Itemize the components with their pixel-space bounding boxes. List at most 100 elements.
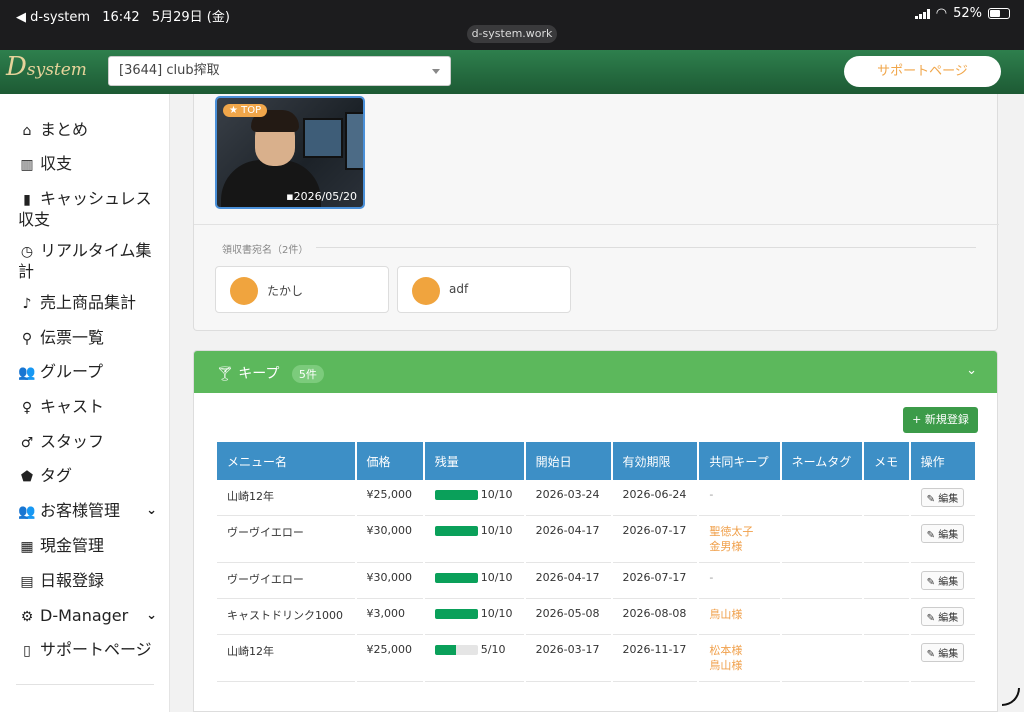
cell-nametag bbox=[781, 563, 863, 599]
cell-remaining: 10/10 bbox=[424, 563, 524, 599]
cell-expiry: 2026-08-08 bbox=[612, 599, 698, 635]
cell-nametag bbox=[781, 516, 863, 563]
cell-nametag bbox=[781, 635, 863, 682]
store-select[interactable]: [3644] club搾取 bbox=[108, 56, 451, 86]
cell-expiry: 2026-06-24 bbox=[612, 480, 698, 516]
table-row: 山崎12年 ¥25,000 10/10 2026-03-24 2026-06-24- ✎ … bbox=[217, 480, 975, 516]
cell-menu: ヴーヴイエロー bbox=[217, 563, 355, 599]
shared-keep-name[interactable]: 鳥山様 bbox=[709, 659, 742, 672]
remaining-bar-fill bbox=[434, 573, 478, 583]
edit-button[interactable]: ✎ 編集 bbox=[920, 643, 965, 662]
cell-actions: ✎ 編集 bbox=[910, 635, 975, 682]
cell-actions: ✎ 編集 bbox=[910, 480, 975, 516]
sidebar-item-cashless[interactable]: ▮ キャッシュレス収支 bbox=[18, 189, 163, 229]
back-to-app-link[interactable]: ◀ d-system bbox=[16, 10, 90, 25]
receipt-name-card[interactable]: たかし bbox=[215, 266, 389, 313]
users-icon: 👥 bbox=[18, 365, 36, 381]
sidebar-item-group[interactable]: 👥 グループ bbox=[18, 362, 163, 383]
table-row: ヴーヴイエロー ¥30,000 10/10 2026-04-17 2026-07-17-… bbox=[217, 563, 975, 599]
female-icon: ♀ bbox=[21, 400, 33, 416]
cell-start: 2026-05-08 bbox=[525, 599, 611, 635]
cell-menu: 山崎12年 bbox=[217, 480, 355, 516]
signal-icon bbox=[914, 8, 930, 19]
sidebar-item-cast[interactable]: ♀ キャスト bbox=[18, 397, 163, 418]
remaining-bar bbox=[434, 573, 478, 583]
gear-icon: ⚙ bbox=[20, 609, 34, 625]
cell-price: ¥3,000 bbox=[356, 599, 423, 635]
edit-icon: ✎ bbox=[926, 530, 936, 541]
sidebar-item-balance[interactable]: ▥ 収支 bbox=[18, 154, 163, 175]
remaining-bar-fill bbox=[434, 645, 457, 655]
sidebar: ⌂ まとめ ▥ 収支 ▮ キャッシュレス収支 ◷ リアルタイム集計 ♪ 売上商品集計 ⚲ 伝… bbox=[0, 94, 170, 712]
building-icon: ▮ bbox=[23, 192, 31, 208]
cell-start: 2026-03-17 bbox=[525, 635, 611, 682]
photo-monitor bbox=[303, 118, 343, 158]
receipt-name-card[interactable]: adf bbox=[397, 266, 571, 313]
sidebar-item-slips[interactable]: ⚲ 伝票一覧 bbox=[18, 328, 163, 349]
shared-keep-name[interactable]: 鳥山様 bbox=[709, 608, 742, 621]
table-row: キャストドリンク1000 ¥3,000 10/10 2026-05-08 2026-08… bbox=[217, 599, 975, 635]
cell-remaining: 10/10 bbox=[424, 516, 524, 563]
col-menu: メニュー名 bbox=[217, 442, 355, 480]
sidebar-item-staff[interactable]: ♂ スタッフ bbox=[18, 432, 163, 453]
sidebar-item-summary[interactable]: ⌂ まとめ bbox=[18, 120, 163, 141]
cell-price: ¥30,000 bbox=[356, 516, 423, 563]
calendar-icon: ▤ bbox=[20, 574, 34, 590]
d-system-logo[interactable]: Dsystem bbox=[6, 52, 87, 82]
sidebar-item-customers[interactable]: 👥 お客様管理 ⌄ bbox=[18, 501, 163, 522]
new-registration-button[interactable]: + 新規登録 bbox=[903, 407, 978, 433]
url-bar[interactable]: d-system.work bbox=[467, 25, 557, 43]
sidebar-item-tags[interactable]: ⬟ タグ bbox=[18, 466, 163, 487]
table-header-row: メニュー名 価格 残量 開始日 有効期限 共同キープ ネームタグ メモ 操作 bbox=[217, 442, 975, 480]
remaining-text: 10/10 bbox=[480, 607, 513, 620]
avatar bbox=[412, 277, 440, 305]
receipt-name: たかし bbox=[267, 284, 304, 298]
remaining-bar-fill bbox=[434, 490, 478, 500]
cell-nametag bbox=[781, 599, 863, 635]
chevron-down-icon bbox=[432, 69, 440, 74]
users-icon: 👥 bbox=[18, 504, 36, 520]
cell-start: 2026-04-17 bbox=[525, 563, 611, 599]
keep-panel: 🍸︎ キープ 5件 ⌄ + 新規登録 メニュー名 価格 残量 開始日 有効期限 … bbox=[193, 350, 998, 712]
keep-panel-header[interactable]: 🍸︎ キープ 5件 ⌄ bbox=[194, 351, 997, 393]
col-shared: 共同キープ bbox=[699, 442, 780, 480]
edit-button[interactable]: ✎ 編集 bbox=[920, 488, 965, 507]
shared-keep-name[interactable]: 金男様 bbox=[709, 540, 742, 553]
sidebar-item-realtime[interactable]: ◷ リアルタイム集計 bbox=[18, 241, 163, 281]
chevron-down-icon[interactable]: ⌄ bbox=[966, 363, 977, 378]
cell-remaining: 10/10 bbox=[424, 480, 524, 516]
support-page-button[interactable]: サポートページ bbox=[844, 56, 1001, 87]
status-date: 5月29日 (金) bbox=[151, 10, 230, 25]
cell-shared: - bbox=[699, 480, 780, 516]
cell-expiry: 2026-07-17 bbox=[612, 563, 698, 599]
remaining-bar-fill bbox=[434, 526, 478, 536]
edit-button[interactable]: ✎ 編集 bbox=[920, 607, 965, 626]
col-nametag: ネームタグ bbox=[781, 442, 863, 480]
sidebar-item-cash[interactable]: ▦ 現金管理 bbox=[18, 536, 163, 557]
sidebar-item-product-sales[interactable]: ♪ 売上商品集計 bbox=[18, 293, 163, 314]
sidebar-item-support[interactable]: ▯ サポートページ bbox=[18, 640, 163, 661]
profile-card: ★ TOP ▪2026/05/20 領収書宛名（2件） たかし adf bbox=[193, 94, 999, 331]
cell-price: ¥25,000 bbox=[356, 635, 423, 682]
shared-keep-name: - bbox=[709, 488, 714, 501]
guitar-icon: ♪ bbox=[22, 296, 32, 312]
shared-keep-name[interactable]: 松本様 bbox=[709, 644, 742, 657]
profile-photo[interactable]: ★ TOP ▪2026/05/20 bbox=[215, 96, 365, 209]
search-icon: ⚲ bbox=[21, 331, 33, 347]
edit-icon: ✎ bbox=[926, 494, 936, 505]
remaining-bar bbox=[434, 609, 478, 619]
sidebar-divider bbox=[16, 684, 154, 685]
battery-percent: 52% bbox=[953, 6, 982, 21]
edit-button[interactable]: ✎ 編集 bbox=[920, 571, 965, 590]
store-select-value: [3644] club搾取 bbox=[119, 63, 220, 78]
calculator-icon: ▦ bbox=[20, 539, 34, 555]
cell-memo bbox=[864, 599, 909, 635]
sidebar-item-daily-report[interactable]: ▤ 日報登録 bbox=[18, 571, 163, 592]
cell-shared: 松本様 鳥山様 bbox=[699, 635, 780, 682]
cell-actions: ✎ 編集 bbox=[910, 563, 975, 599]
clock-icon: ◷ bbox=[20, 244, 34, 260]
receipt-names-label: 領収書宛名（2件） bbox=[222, 245, 309, 256]
shared-keep-name[interactable]: 聖徳太子 bbox=[709, 525, 753, 538]
sidebar-item-d-manager[interactable]: ⚙ D-Manager ⌄ bbox=[18, 606, 163, 627]
edit-button[interactable]: ✎ 編集 bbox=[920, 524, 965, 543]
